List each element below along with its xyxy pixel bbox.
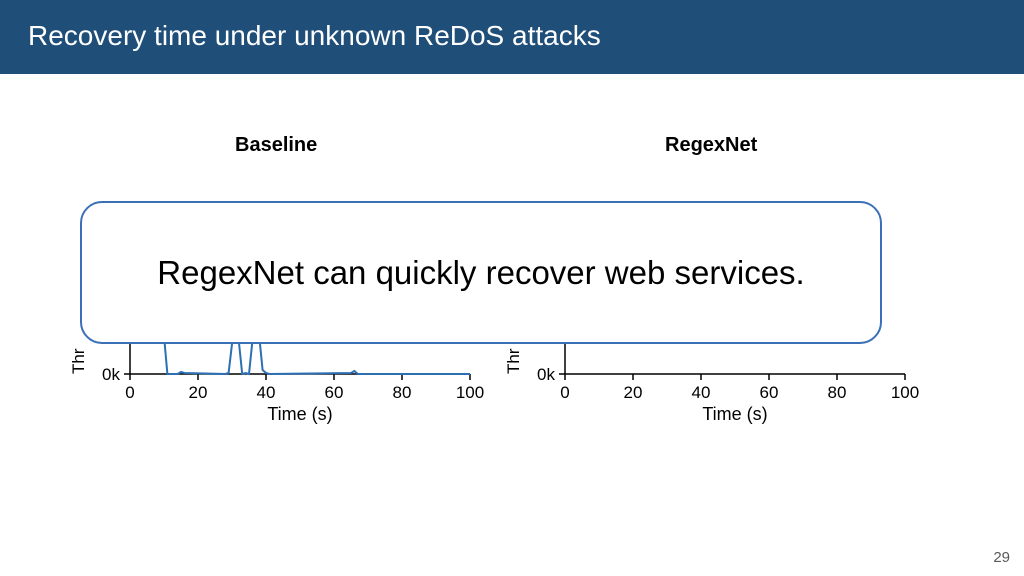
xtick-2: 40 bbox=[257, 383, 276, 402]
xtick-4: 80 bbox=[828, 383, 847, 402]
xtick-0: 0 bbox=[125, 383, 134, 402]
y-axis-label: Thr bbox=[505, 348, 523, 374]
page-number: 29 bbox=[993, 549, 1010, 566]
xtick-2: 40 bbox=[692, 383, 711, 402]
xtick-4: 80 bbox=[393, 383, 412, 402]
slide-title-bar: Recovery time under unknown ReDoS attack… bbox=[0, 0, 1024, 74]
xtick-5: 100 bbox=[456, 383, 484, 402]
x-axis-label: Time (s) bbox=[702, 404, 767, 424]
callout-text: RegexNet can quickly recover web service… bbox=[157, 254, 804, 292]
y-axis-label: Thr bbox=[70, 348, 88, 374]
xtick-1: 20 bbox=[624, 383, 643, 402]
slide-content: Baseline RegexNet bbox=[0, 74, 1024, 550]
callout-box: RegexNet can quickly recover web service… bbox=[80, 201, 882, 344]
chart-title-right: RegexNet bbox=[665, 134, 757, 157]
xtick-0: 0 bbox=[560, 383, 569, 402]
ytick-0: 0k bbox=[102, 365, 120, 384]
xtick-3: 60 bbox=[325, 383, 344, 402]
ytick-0: 0k bbox=[537, 365, 555, 384]
x-ticks bbox=[565, 374, 905, 380]
chart-title-left: Baseline bbox=[235, 134, 317, 157]
slide-title: Recovery time under unknown ReDoS attack… bbox=[28, 20, 601, 51]
xtick-1: 20 bbox=[189, 383, 208, 402]
xtick-5: 100 bbox=[891, 383, 919, 402]
slide: Recovery time under unknown ReDoS attack… bbox=[0, 0, 1024, 576]
xtick-3: 60 bbox=[760, 383, 779, 402]
x-axis-label: Time (s) bbox=[267, 404, 332, 424]
